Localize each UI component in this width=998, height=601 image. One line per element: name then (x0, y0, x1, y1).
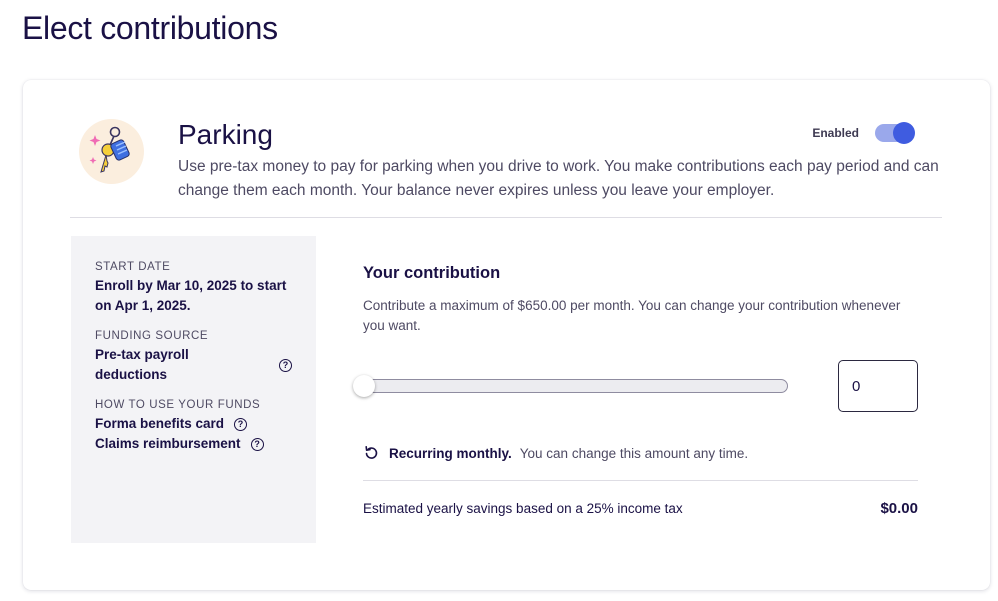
start-date-value: Enroll by Mar 10, 2025 to start on Apr 1… (95, 278, 287, 313)
savings-value: $0.00 (880, 500, 918, 517)
contribution-description: Contribute a maximum of $650.00 per mont… (363, 298, 901, 333)
start-date-block: START DATE Enroll by Mar 10, 2025 to sta… (95, 261, 316, 316)
funding-source-heading: FUNDING SOURCE (95, 330, 209, 342)
card-help-icon[interactable]: ? (234, 417, 248, 431)
usage-item-claims: Claims reimbursement ? (95, 434, 316, 454)
page-title: Elect contributions (22, 10, 278, 46)
usage-item-label: Forma benefits card (95, 416, 225, 431)
funding-source-value: Pre-tax payroll deductions (95, 347, 189, 382)
benefit-title: Parking (178, 119, 273, 150)
how-to-use-block: HOW TO USE YOUR FUNDS Forma benefits car… (95, 399, 316, 454)
savings-divider (363, 480, 918, 481)
refresh-icon (365, 446, 378, 459)
start-date-heading: START DATE (95, 261, 171, 273)
parking-key-icon (79, 119, 144, 184)
how-to-use-heading: HOW TO USE YOUR FUNDS (95, 399, 261, 411)
info-panel: START DATE Enroll by Mar 10, 2025 to sta… (71, 236, 316, 543)
recurring-note: Recurring monthly. You can change this a… (363, 445, 748, 461)
recurring-label: Recurring monthly. (389, 445, 512, 461)
toggle-knob[interactable] (893, 122, 915, 144)
toggle-label: Enabled (812, 126, 859, 140)
contribution-title: Your contribution (363, 264, 501, 282)
usage-item-card: Forma benefits card ? (95, 414, 316, 434)
claims-help-icon[interactable]: ? (250, 437, 264, 451)
header-divider (70, 217, 942, 218)
funding-help-icon[interactable]: ? (279, 358, 292, 372)
contribution-slider-thumb[interactable] (353, 375, 375, 397)
enabled-toggle-group: Enabled (812, 122, 915, 144)
benefit-description: Use pre-tax money to pay for parking whe… (178, 158, 939, 199)
funding-source-row: Pre-tax payroll deductions ? (95, 345, 292, 385)
benefit-card: Parking Use pre-tax money to pay for par… (23, 80, 990, 590)
funding-source-block: FUNDING SOURCE Pre-tax payroll deduction… (95, 330, 316, 385)
contribution-amount-input[interactable] (838, 360, 918, 412)
contribution-slider-track[interactable] (363, 379, 788, 393)
savings-label: Estimated yearly savings based on a 25% … (363, 501, 683, 516)
usage-item-label: Claims reimbursement (95, 436, 241, 451)
recurring-note-text: You can change this amount any time. (519, 445, 749, 461)
enabled-toggle[interactable] (875, 122, 915, 144)
